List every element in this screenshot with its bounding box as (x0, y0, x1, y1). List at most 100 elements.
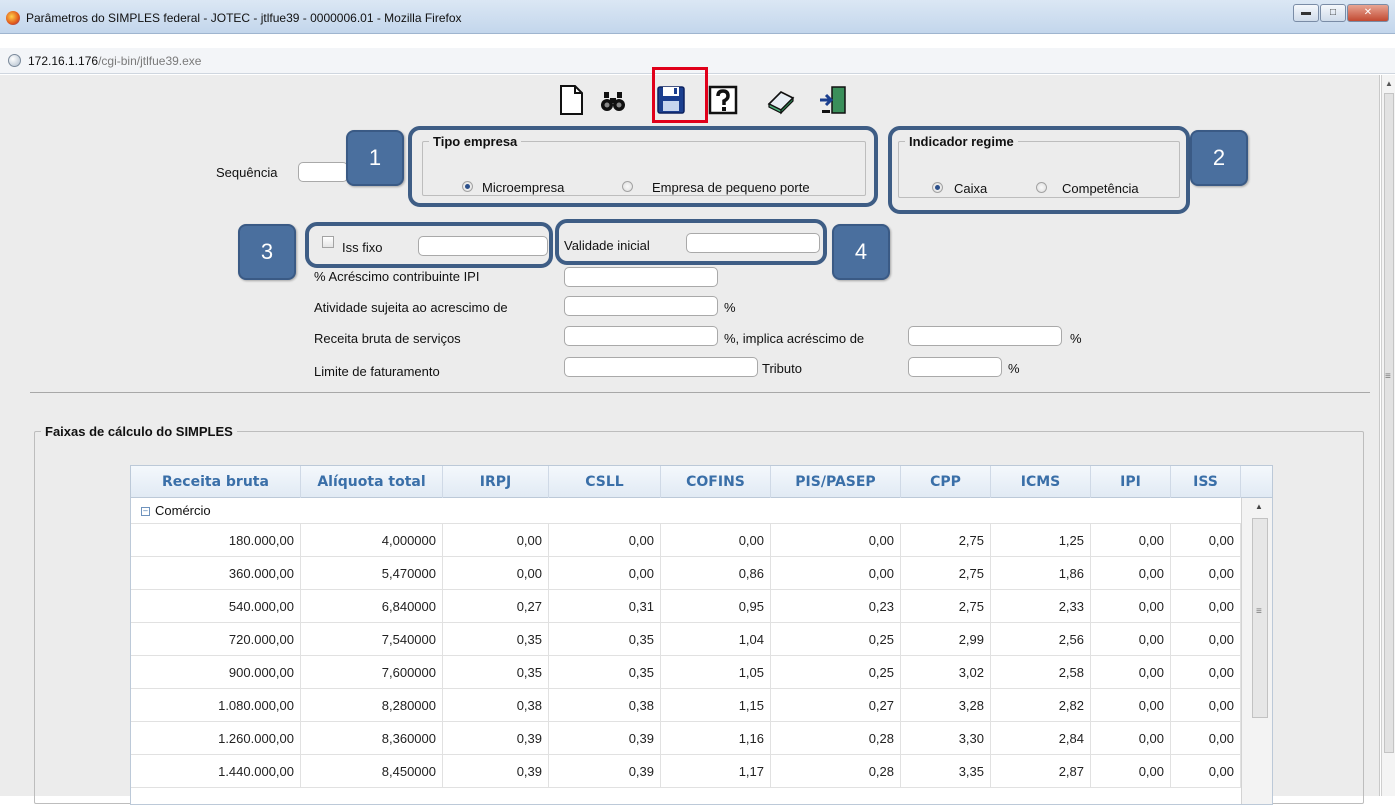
cell-pis-pasep: 0,25 (771, 623, 901, 656)
col-receita-bruta[interactable]: Receita bruta (131, 466, 301, 498)
cell-csll: 0,31 (549, 590, 661, 623)
cell-cpp: 3,35 (901, 755, 991, 788)
col-irpj[interactable]: IRPJ (443, 466, 549, 498)
grid-header: Receita bruta Alíquota total IRPJ CSLL C… (131, 466, 1272, 498)
cell-cofins: 1,17 (661, 755, 771, 788)
cell-icms: 1,86 (991, 557, 1091, 590)
table-row[interactable]: 720.000,00 7,540000 0,35 0,35 1,04 0,25 2,99 2,… (131, 623, 1241, 656)
cell-aliquota-total: 8,280000 (301, 689, 443, 722)
table-row[interactable]: 1.260.000,00 8,360000 0,39 0,39 1,16 0,28 3,30… (131, 722, 1241, 755)
grid-scrollbar-thumb[interactable] (1252, 518, 1268, 718)
exit-door-icon[interactable] (818, 84, 848, 116)
callout-frame-1 (408, 126, 878, 207)
group-label: Comércio (155, 503, 211, 518)
cell-cofins: 1,05 (661, 656, 771, 689)
cell-aliquota-total: 8,360000 (301, 722, 443, 755)
cell-cofins: 1,04 (661, 623, 771, 656)
cell-receita-bruta: 900.000,00 (131, 656, 301, 689)
scroll-grip-icon: ≡ (1385, 371, 1391, 382)
cell-icms: 2,33 (991, 590, 1091, 623)
cell-ipi: 0,00 (1091, 656, 1171, 689)
cell-csll: 0,38 (549, 689, 661, 722)
callout-frame-3 (305, 222, 553, 268)
scrollbar-thumb[interactable] (1384, 93, 1394, 753)
cell-irpj: 0,27 (443, 590, 549, 623)
cell-iss: 0,00 (1171, 722, 1241, 755)
receita-servicos-input[interactable] (564, 326, 718, 346)
grid-scrollbar[interactable]: ▲ ≡ (1241, 498, 1272, 804)
cell-pis-pasep: 0,27 (771, 689, 901, 722)
cell-csll: 0,00 (549, 557, 661, 590)
callout-badge-2: 2 (1190, 130, 1248, 186)
cell-cofins: 0,86 (661, 557, 771, 590)
col-ipi[interactable]: IPI (1091, 466, 1171, 498)
eraser-icon[interactable] (766, 84, 796, 116)
collapse-icon[interactable]: – (141, 507, 150, 516)
page-scrollbar[interactable]: ▲ ≡ (1381, 75, 1395, 796)
close-button[interactable]: ✕ (1347, 4, 1389, 22)
new-document-icon[interactable] (556, 84, 586, 116)
binoculars-icon[interactable] (598, 84, 628, 116)
minimize-button[interactable]: ▬ (1293, 4, 1319, 22)
cell-receita-bruta: 180.000,00 (131, 524, 301, 557)
table-row[interactable]: 540.000,00 6,840000 0,27 0,31 0,95 0,23 2,75 2,… (131, 590, 1241, 623)
callout-badge-1: 1 (346, 130, 404, 186)
scroll-up-icon[interactable]: ▲ (1255, 502, 1263, 511)
group-row-comercio[interactable]: – Comércio (131, 498, 1241, 524)
cell-aliquota-total: 4,000000 (301, 524, 443, 557)
tributo-input[interactable] (908, 357, 1002, 377)
cell-receita-bruta: 1.260.000,00 (131, 722, 301, 755)
cell-csll: 0,35 (549, 656, 661, 689)
implica-acrescimo-input[interactable] (908, 326, 1062, 346)
col-aliquota-total[interactable]: Alíquota total (301, 466, 443, 498)
col-csll[interactable]: CSLL (549, 466, 661, 498)
cell-receita-bruta: 1.080.000,00 (131, 689, 301, 722)
acrescimo-ipi-input[interactable] (564, 267, 718, 287)
col-icms[interactable]: ICMS (991, 466, 1091, 498)
col-iss[interactable]: ISS (1171, 466, 1241, 498)
atividade-percent: % (724, 300, 736, 315)
cell-ipi: 0,00 (1091, 557, 1171, 590)
cell-csll: 0,39 (549, 722, 661, 755)
firefox-icon (6, 11, 20, 25)
limite-faturamento-input[interactable] (564, 357, 758, 377)
help-icon[interactable] (708, 84, 738, 116)
table-row[interactable]: 360.000,00 5,470000 0,00 0,00 0,86 0,00 2,75 1,… (131, 557, 1241, 590)
cell-ipi: 0,00 (1091, 623, 1171, 656)
cell-csll: 0,35 (549, 623, 661, 656)
cell-cpp: 2,99 (901, 623, 991, 656)
sequencia-input[interactable] (298, 162, 348, 182)
cell-irpj: 0,38 (443, 689, 549, 722)
cell-iss: 0,00 (1171, 623, 1241, 656)
table-row[interactable]: 180.000,00 4,000000 0,00 0,00 0,00 0,00 2,75 1,… (131, 524, 1241, 557)
callout-badge-3: 3 (238, 224, 296, 280)
col-cpp[interactable]: CPP (901, 466, 991, 498)
acrescimo-ipi-label: % Acréscimo contribuinte IPI (314, 269, 480, 284)
cell-irpj: 0,39 (443, 755, 549, 788)
cell-aliquota-total: 7,540000 (301, 623, 443, 656)
cell-csll: 0,39 (549, 755, 661, 788)
window-titlebar: Parâmetros do SIMPLES federal - JOTEC - … (0, 0, 1395, 34)
tributo-percent: % (1008, 361, 1020, 376)
save-highlight-frame (652, 67, 708, 123)
atividade-input[interactable] (564, 296, 718, 316)
cell-icms: 2,56 (991, 623, 1091, 656)
cell-iss: 0,00 (1171, 656, 1241, 689)
cell-pis-pasep: 0,28 (771, 722, 901, 755)
receita-servicos-label: Receita bruta de serviços (314, 331, 461, 346)
url-text[interactable]: 172.16.1.176/cgi-bin/jtlfue39.exe (28, 54, 201, 68)
col-cofins[interactable]: COFINS (661, 466, 771, 498)
limite-faturamento-label: Limite de faturamento (314, 364, 440, 379)
table-row[interactable]: 1.440.000,00 8,450000 0,39 0,39 1,17 0,28 3,35… (131, 755, 1241, 788)
col-pis-pasep[interactable]: PIS/PASEP (771, 466, 901, 498)
atividade-label: Atividade sujeita ao acrescimo de (314, 300, 508, 315)
table-row[interactable]: 900.000,00 7,600000 0,35 0,35 1,05 0,25 3,02 2,… (131, 656, 1241, 689)
cell-cpp: 3,28 (901, 689, 991, 722)
tributo-label: Tributo (762, 361, 802, 376)
cell-cofins: 1,15 (661, 689, 771, 722)
cell-receita-bruta: 540.000,00 (131, 590, 301, 623)
table-row[interactable]: 1.080.000,00 8,280000 0,38 0,38 1,15 0,27 3,28… (131, 689, 1241, 722)
scroll-up-icon[interactable]: ▲ (1385, 79, 1393, 88)
section-divider (30, 392, 1370, 393)
maximize-button[interactable]: □ (1320, 4, 1346, 22)
